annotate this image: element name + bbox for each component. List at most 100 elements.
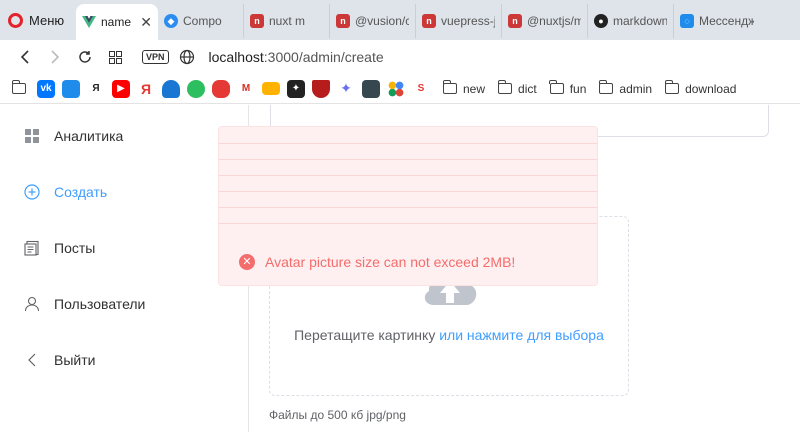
message-divider <box>219 159 597 160</box>
chevron-left-icon <box>28 353 36 367</box>
folder-icon <box>442 80 457 94</box>
menu-label: Меню <box>29 12 65 28</box>
folder-label: new <box>463 81 486 96</box>
tab-name[interactable]: name ✕ <box>76 4 158 40</box>
app-bookmark-icon[interactable] <box>362 79 380 98</box>
error-message: ✕ Avatar picture size can not exceed 2MB… <box>218 126 598 286</box>
sidebar: Аналитика Создать Посты Пользователи Вый… <box>0 105 249 432</box>
tab-vuepress[interactable]: n vuepress-j <box>416 4 502 38</box>
forward-button[interactable] <box>40 42 70 72</box>
bookmark-folder-download[interactable]: download <box>664 80 737 96</box>
gemini-bookmark-icon[interactable]: ✦ <box>337 80 355 98</box>
url-host: localhost <box>208 49 264 65</box>
url-field[interactable]: localhost:3000/admin/create <box>209 49 384 65</box>
sidebar-item-logout[interactable]: Выйти <box>24 348 95 372</box>
chevron-right-icon <box>51 50 60 64</box>
tab-markdown[interactable]: ● markdown <box>588 4 674 38</box>
tab-label: Мессендж <box>699 14 754 28</box>
back-button[interactable] <box>10 42 40 72</box>
tab-nuxt-m[interactable]: n nuxt m <box>244 4 330 38</box>
sidebar-item-label: Выйти <box>54 352 96 368</box>
plus-circle-icon <box>24 184 40 200</box>
message-divider <box>219 175 597 176</box>
folder-label: dict <box>518 81 537 96</box>
grid-icon <box>108 50 122 64</box>
shield-bookmark-icon[interactable] <box>312 79 330 98</box>
sidebar-item-label: Аналитика <box>54 128 124 144</box>
tab-label: @nuxtjs/m <box>527 14 581 28</box>
browse-link[interactable]: или нажмите для выбора <box>439 327 604 343</box>
vue-icon <box>82 15 96 29</box>
tab-vusion[interactable]: n @vusion/c <box>330 4 416 38</box>
folder-label: fun <box>569 81 587 96</box>
tab-label: nuxt m <box>269 14 306 28</box>
sidebar-item-analytics[interactable]: Аналитика <box>24 124 123 148</box>
sidebar-item-create[interactable]: Создать <box>24 180 107 204</box>
message-divider <box>219 223 597 224</box>
message-text: Avatar picture size can not exceed 2MB! <box>265 254 516 270</box>
message-divider <box>219 207 597 208</box>
tab-compo[interactable]: ◆ Compo <box>158 4 244 38</box>
message-content: ✕ Avatar picture size can not exceed 2MB… <box>239 254 515 270</box>
folder-icon <box>598 80 614 94</box>
bookmark-folder-fun[interactable]: fun <box>549 80 587 96</box>
reload-button[interactable] <box>70 42 100 72</box>
evernote-bookmark-icon[interactable] <box>187 79 205 98</box>
browser-tab-strip: Меню name ✕ ◆ Compo n nuxt m n @vusion/c… <box>0 0 800 40</box>
folder-label: admin <box>619 81 653 96</box>
error-circle-icon: ✕ <box>239 254 255 270</box>
url-path: :3000/admin/create <box>263 49 384 65</box>
close-tab-icon[interactable]: ✕ <box>140 14 152 31</box>
tab-label: markdown <box>613 14 667 28</box>
chat-bookmark-icon[interactable] <box>62 79 80 98</box>
github-icon: ● <box>594 14 608 28</box>
admin-page: Аналитика Создать Посты Пользователи Вый… <box>0 105 800 432</box>
address-bar: VPN localhost:3000/admin/create <box>0 40 800 74</box>
sidebar-item-label: Пользователи <box>54 296 146 312</box>
tab-label: name <box>101 15 132 29</box>
user-icon <box>24 296 40 312</box>
opera-menu-button[interactable]: Меню <box>0 0 76 40</box>
bookmark-folder-dict[interactable]: dict <box>497 80 537 96</box>
folder-icon <box>549 80 564 94</box>
globe-icon <box>179 49 194 65</box>
s-bookmark-icon[interactable]: S <box>412 80 430 98</box>
dots-bookmark-icon[interactable] <box>387 79 405 98</box>
sidebar-item-posts[interactable]: Посты <box>24 236 95 260</box>
yandex-bookmark-icon[interactable]: Я <box>87 80 105 98</box>
reload-icon <box>79 51 91 63</box>
vpn-badge[interactable]: VPN <box>142 50 169 64</box>
tab-label: @vusion/c <box>355 14 409 28</box>
sidebar-item-label: Создать <box>54 184 108 200</box>
opera-logo-icon <box>8 12 23 28</box>
spark-bookmark-icon[interactable]: ✦ <box>287 79 305 98</box>
vk-bookmark-icon[interactable]: vk <box>37 79 55 98</box>
upload-hint: Файлы до 500 кб jpg/png <box>269 408 406 422</box>
tab-nuxtjs[interactable]: n @nuxtjs/m <box>502 4 588 38</box>
bookmark-folder-admin[interactable]: admin <box>598 80 653 96</box>
tabs-grid-button[interactable] <box>100 42 130 72</box>
yandex-red-bookmark-icon[interactable]: Я <box>137 80 155 98</box>
sidebar-item-users[interactable]: Пользователи <box>24 292 145 316</box>
bookmark-folder-new[interactable]: new <box>442 80 486 96</box>
mail-bookmark-icon[interactable] <box>262 82 280 95</box>
bookmarks-folder-icon[interactable] <box>11 80 26 94</box>
message-divider <box>219 191 597 192</box>
gmail-bookmark-icon[interactable]: M <box>237 80 255 98</box>
document-icon <box>24 240 39 256</box>
youtube-bookmark-icon[interactable]: ▶ <box>112 79 130 98</box>
wave-bookmark-icon[interactable] <box>162 79 180 98</box>
dropzone-text: Перетащите картинку или нажмите для выбо… <box>270 327 628 343</box>
messenger-icon: ◌ <box>680 14 694 28</box>
tab-messenger[interactable]: ◌ Мессендж <box>674 4 760 38</box>
npm-icon: n <box>508 14 522 28</box>
lantern-bookmark-icon[interactable] <box>212 79 230 98</box>
npm-icon: n <box>422 14 436 28</box>
npm-icon: n <box>250 14 264 28</box>
npm-icon: n <box>336 14 350 28</box>
tab-label: Compo <box>183 14 222 28</box>
component-icon: ◆ <box>164 14 178 28</box>
folder-label: download <box>685 81 737 96</box>
dropzone-instruction: Перетащите картинку <box>294 327 440 343</box>
dashboard-icon <box>25 129 39 143</box>
